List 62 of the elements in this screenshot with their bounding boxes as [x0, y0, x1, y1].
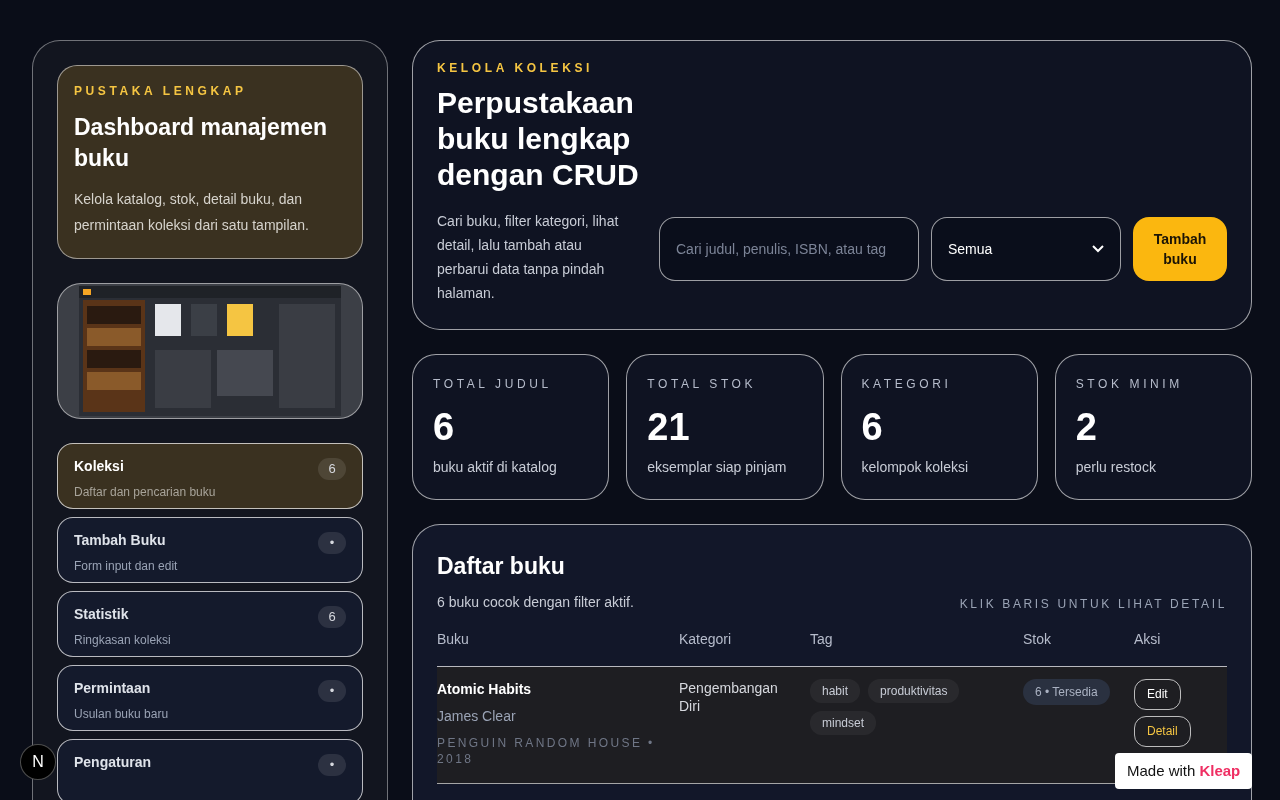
- nav-subtitle: Form input dan edit: [74, 558, 178, 575]
- brand-description: Kelola katalog, stok, detail buku, dan permintaan koleksi dari satu tampilan.: [74, 190, 310, 235]
- eyebrow-label: KELOLA KOLEKSI: [437, 60, 594, 77]
- stat-caption: buku aktif di katalog: [433, 458, 558, 477]
- count-badge: •: [318, 754, 346, 776]
- nav-subtitle: Ringkasan koleksi: [74, 632, 171, 649]
- nav-item[interactable]: Permintaan Usulan buku baru •: [57, 665, 363, 731]
- column-header: Stok: [1023, 629, 1052, 649]
- stat-value: 6: [861, 405, 884, 449]
- tag-chip: mindset: [810, 710, 877, 735]
- tag-chip: habit: [810, 678, 861, 703]
- list-title: Daftar buku: [437, 552, 566, 581]
- stat-label: TOTAL JUDUL: [433, 376, 553, 393]
- result-summary: 6 buku cocok dengan filter aktif.: [437, 592, 634, 612]
- nav-item[interactable]: Statistik Ringkasan koleksi 6: [57, 591, 363, 657]
- nav-label: Pengaturan: [74, 753, 151, 772]
- nav-label: Tambah Buku: [74, 531, 167, 550]
- stock-badge: 6 • Tersedia: [1023, 678, 1110, 705]
- add-book-button[interactable]: Tambah buku: [1133, 217, 1227, 281]
- chevron-down-icon: [1092, 245, 1104, 253]
- category-select[interactable]: Semua: [931, 217, 1121, 281]
- stat-value: 6: [433, 405, 456, 449]
- stat-label: STOK MINIM: [1075, 376, 1184, 393]
- dev-indicator-button[interactable]: N: [20, 744, 56, 780]
- search-field[interactable]: Cari judul, penulis, ISBN, atau tag: [659, 217, 919, 281]
- hint-text: KLIK BARIS UNTUK LIHAT DETAIL: [959, 595, 1227, 613]
- stat-label: TOTAL STOK: [647, 376, 758, 393]
- nav-subtitle: Daftar dan pencarian buku: [74, 484, 216, 501]
- count-badge: 6: [318, 458, 346, 480]
- count-badge: 6: [318, 606, 346, 628]
- book-author: James Clear: [437, 706, 517, 726]
- stat-caption: perlu restock: [1075, 458, 1157, 477]
- eyebrow-label: PUSTAKA LENGKAP: [74, 83, 248, 100]
- category-cell-text: Pengembangan Diri: [679, 678, 779, 716]
- column-header: Aksi: [1134, 629, 1162, 649]
- stat-caption: kelompok koleksi: [861, 458, 970, 477]
- column-header: Buku: [437, 629, 470, 649]
- nav-label: Permintaan: [74, 679, 152, 698]
- column-header: Tag: [810, 629, 834, 649]
- book-title: Atomic Habits: [437, 679, 533, 699]
- nav-item[interactable]: Pengaturan •: [57, 739, 363, 800]
- nav-label: Statistik: [74, 605, 130, 624]
- stat-value: 21: [647, 405, 691, 449]
- stat-value: 2: [1075, 405, 1098, 449]
- nav-item[interactable]: Tambah Buku Form input dan edit •: [57, 517, 363, 583]
- nav-label: Koleksi: [74, 457, 125, 476]
- column-header: Kategori: [679, 629, 733, 649]
- stat-label: KATEGORI: [861, 376, 953, 393]
- book-publisher: PENGUIN RANDOM HOUSE • 2018: [437, 734, 656, 767]
- nav-item[interactable]: Koleksi Daftar dan pencarian buku 6: [57, 443, 363, 509]
- count-badge: •: [318, 532, 346, 554]
- badge-text: Made with: [1127, 760, 1196, 781]
- tag-chip: produktivitas: [868, 678, 960, 703]
- made-with-badge[interactable]: Made with Kleap: [1115, 753, 1253, 789]
- hero-description: Cari buku, filter kategori, lihat detail, lalu tambah atau perbarui data tanpa pindah halaman.: [437, 212, 620, 303]
- count-badge: •: [318, 680, 346, 702]
- detail-button[interactable]: Detail: [1134, 715, 1191, 747]
- brand-title: Dashboard manajemen buku: [74, 113, 329, 173]
- edit-button[interactable]: Edit: [1134, 678, 1181, 710]
- hero-title: Perpustakaan buku lengkap dengan CRUD: [437, 85, 640, 193]
- stat-caption: eksemplar siap pinjam: [647, 458, 788, 477]
- nav-subtitle: Usulan buku baru: [74, 706, 169, 723]
